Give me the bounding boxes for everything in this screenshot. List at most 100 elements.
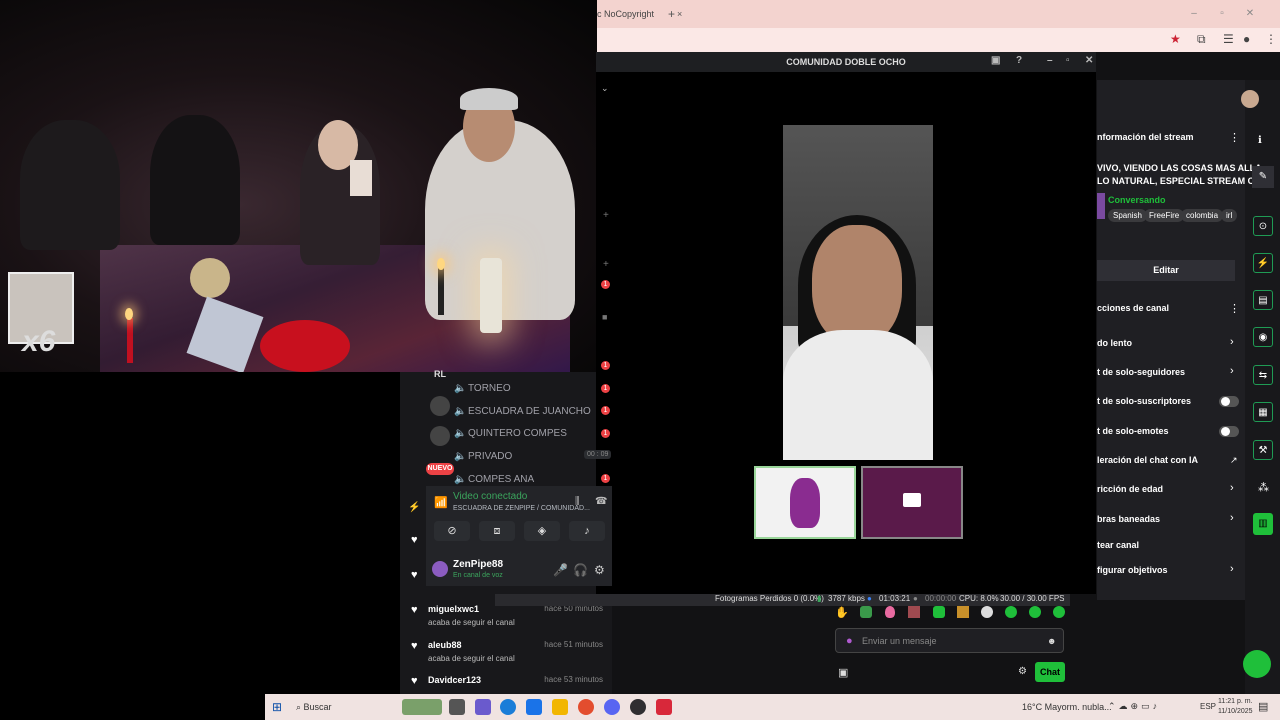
file-explorer-icon[interactable]: [552, 699, 568, 715]
browser-menu-icon[interactable]: ⋮: [1265, 32, 1277, 46]
minimize-icon[interactable]: –: [1180, 0, 1208, 28]
chevron-down-icon[interactable]: ⌄: [601, 83, 609, 94]
edge-icon[interactable]: [500, 699, 516, 715]
notification-icon[interactable]: ▤: [1258, 700, 1268, 713]
raid-channel-item[interactable]: tear canal: [1097, 540, 1139, 550]
voice-channel-item[interactable]: 🔈 ESCUADRA DE JUANCHO: [454, 406, 591, 417]
follower-name[interactable]: Davidcer123: [428, 675, 481, 685]
age-restriction-item[interactable]: ricción de edad: [1097, 484, 1163, 494]
close-window-icon[interactable]: ✕: [1236, 0, 1264, 28]
extensions-icon[interactable]: ⧉: [1197, 32, 1206, 47]
gear-icon[interactable]: ⚙: [594, 563, 605, 577]
emote-only-toggle[interactable]: [1219, 426, 1239, 437]
emote-icon[interactable]: [1005, 606, 1017, 618]
send-chat-button[interactable]: Chat: [1035, 662, 1065, 682]
tab-close-icon[interactable]: ×: [677, 0, 682, 28]
external-link-icon[interactable]: ↗: [1230, 455, 1238, 466]
app-icon-2[interactable]: [656, 699, 672, 715]
clock[interactable]: 11:21 p. m. 11/10/2025: [1218, 697, 1253, 717]
activities-button[interactable]: ◈: [524, 521, 560, 541]
profile-avatar[interactable]: ●: [1243, 32, 1250, 46]
follower-name[interactable]: miguelxwc1: [428, 604, 479, 614]
gift-icon[interactable]: ▣: [838, 666, 848, 679]
system-tray-icons[interactable]: ⌃☁⊕▭♪: [1108, 701, 1160, 712]
follower-name[interactable]: aleub88: [428, 640, 462, 650]
server-icon[interactable]: [430, 426, 450, 446]
comment-icon[interactable]: ◉: [1253, 327, 1273, 347]
voice-channel-item[interactable]: 🔈 QUINTERO COMPES: [454, 428, 567, 439]
emote-icon[interactable]: [1053, 606, 1065, 618]
camera-off-button[interactable]: ⊘: [434, 521, 470, 541]
microphone-icon[interactable]: 🎤: [553, 563, 568, 577]
clapperboard-icon[interactable]: ▥: [1253, 513, 1273, 535]
server-icon[interactable]: [430, 396, 450, 416]
taskbar-search[interactable]: ⌕ Buscar: [296, 702, 332, 713]
share-icon[interactable]: ⁂: [1258, 481, 1269, 494]
voice-channel-item[interactable]: 🔈 TORNEO: [454, 383, 511, 394]
chevron-right-icon[interactable]: ›: [1230, 563, 1234, 575]
discord-icon[interactable]: [604, 699, 620, 715]
help-icon[interactable]: ?: [1016, 55, 1022, 66]
maximize-icon[interactable]: ▫: [1208, 0, 1236, 28]
signal-icon[interactable]: 📶: [434, 496, 448, 509]
chat-bubble-icon[interactable]: [1243, 650, 1271, 678]
slow-mode-item[interactable]: do lento: [1097, 338, 1132, 348]
emote-icon[interactable]: [885, 606, 895, 618]
taskbar-widget[interactable]: [402, 699, 442, 715]
stream-tag[interactable]: FreeFire: [1144, 209, 1185, 222]
chevron-right-icon[interactable]: ›: [1230, 482, 1234, 494]
info-icon[interactable]: ℹ: [1258, 135, 1262, 146]
target-icon[interactable]: ⊙: [1253, 216, 1273, 236]
new-tab-button[interactable]: +: [668, 0, 675, 28]
set-goals-item[interactable]: figurar objetivos: [1097, 565, 1168, 575]
emote-icon[interactable]: [908, 606, 920, 618]
emote-icon[interactable]: [957, 606, 969, 618]
store-icon[interactable]: [526, 699, 542, 715]
headphones-icon[interactable]: 🎧: [573, 563, 588, 577]
chevron-right-icon[interactable]: ›: [1230, 336, 1234, 348]
disconnect-icon[interactable]: ☎: [595, 496, 607, 507]
chat-settings-icon[interactable]: ⚙: [1018, 666, 1027, 677]
document-icon[interactable]: ▤: [1253, 290, 1273, 310]
followers-only-item[interactable]: t de solo-seguidores: [1097, 367, 1185, 377]
more-options-icon[interactable]: ⋮: [1229, 131, 1240, 144]
noise-suppression-icon[interactable]: ⫼: [575, 496, 580, 507]
chevron-right-icon[interactable]: ›: [1230, 512, 1234, 524]
stream-tag[interactable]: Spanish: [1108, 209, 1147, 222]
banned-words-item[interactable]: bras baneadas: [1097, 514, 1160, 524]
stream-category[interactable]: Conversando: [1108, 195, 1166, 205]
app-icon[interactable]: [475, 699, 491, 715]
subscribers-only-toggle[interactable]: [1219, 396, 1239, 407]
clipboard-icon[interactable]: ▦: [1253, 402, 1273, 422]
add-channel-icon-2[interactable]: +: [603, 259, 609, 270]
voice-channel-item[interactable]: 🔈 COMPES ANA: [454, 474, 534, 485]
discord-maximize-icon[interactable]: ▫: [1066, 55, 1070, 66]
voice-channel-item[interactable]: 🔈 PRIVADO: [454, 451, 512, 462]
add-channel-icon[interactable]: +: [603, 210, 609, 221]
emote-icon[interactable]: [1029, 606, 1041, 618]
language-indicator[interactable]: ESP: [1200, 702, 1216, 711]
ai-moderation-item[interactable]: leración del chat con IA: [1097, 455, 1198, 465]
chevron-right-icon[interactable]: ›: [1230, 365, 1234, 377]
soundboard-button[interactable]: ♪: [569, 521, 605, 541]
discord-close-icon[interactable]: ✕: [1085, 55, 1093, 66]
transfer-icon[interactable]: ⇆: [1253, 365, 1273, 385]
chat-input[interactable]: ● Enviar un mensaje ☻: [835, 628, 1064, 653]
obs-icon[interactable]: [630, 699, 646, 715]
reading-list-icon[interactable]: ☰: [1223, 32, 1234, 46]
discord-minimize-icon[interactable]: –: [1047, 55, 1053, 66]
streamer-avatar[interactable]: [1241, 90, 1259, 108]
video-channel-icon[interactable]: ■: [602, 312, 607, 322]
emote-icon[interactable]: [981, 606, 993, 618]
lightning-icon[interactable]: ⚡: [1253, 253, 1273, 273]
stream-tag[interactable]: irl: [1221, 209, 1238, 222]
pencil-icon[interactable]: ✎: [1252, 166, 1274, 188]
emote-icon[interactable]: [860, 606, 872, 618]
edit-button[interactable]: Editar: [1097, 260, 1235, 281]
microphone-icon[interactable]: ●: [846, 629, 853, 654]
avatar[interactable]: [432, 561, 448, 577]
share-screen-button[interactable]: ⧈: [479, 521, 515, 541]
tool-icon[interactable]: ⚒: [1253, 440, 1273, 460]
chrome-icon[interactable]: [578, 699, 594, 715]
stream-tag[interactable]: colombia: [1181, 209, 1224, 222]
